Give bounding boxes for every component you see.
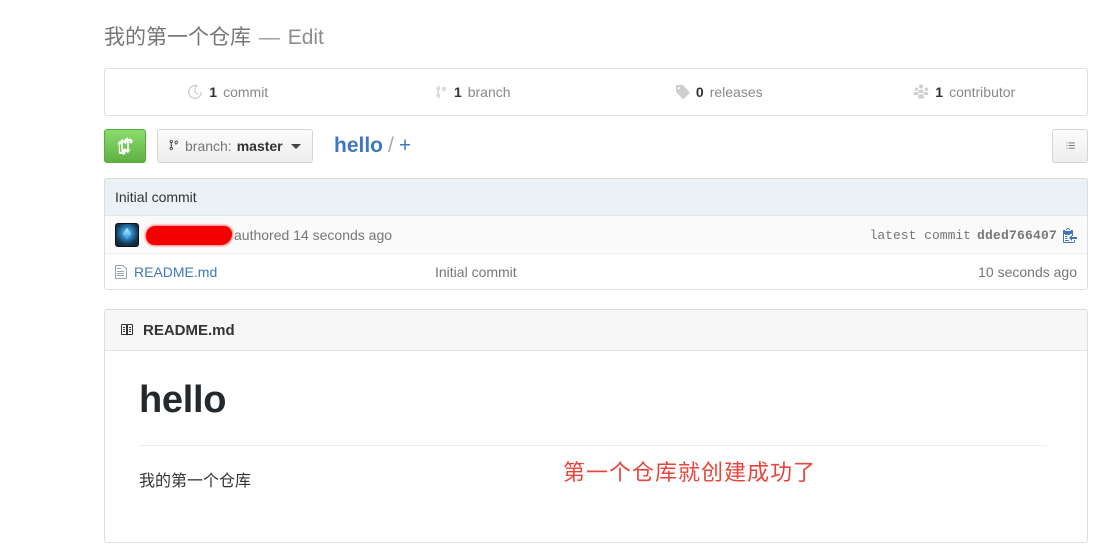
git-compare-icon (117, 137, 133, 155)
author-name-redacted (146, 226, 232, 245)
readme-content: hello 第一个仓库就创建成功了 我的第一个仓库 (105, 351, 1087, 494)
breadcrumb-separator: / (388, 134, 394, 157)
breadcrumb: hello / + (334, 129, 411, 163)
readme-heading: hello (139, 379, 227, 421)
stat-releases-label: releases (709, 84, 763, 100)
readme-box: README.md hello 第一个仓库就创建成功了 我的第一个仓库 (104, 309, 1088, 543)
new-pull-request-button[interactable] (104, 129, 146, 163)
avatar (115, 222, 139, 247)
stat-releases[interactable]: 0 releases (596, 69, 842, 115)
readme-title: README.md (143, 321, 235, 339)
branch-dropdown[interactable]: branch: master (157, 129, 313, 163)
title-separator: — (258, 26, 280, 49)
stat-contributors-count: 1 (935, 84, 944, 100)
latest-commit-info: latest commit dded766407 (870, 216, 1077, 254)
file-commit-message[interactable]: Initial commit (435, 264, 517, 280)
stat-commits-label: commit (223, 84, 269, 100)
commit-sha[interactable]: dded766407 (977, 228, 1057, 243)
latest-commit-label: latest commit (869, 227, 971, 243)
list-unordered-icon (1063, 139, 1077, 153)
history-icon (187, 84, 203, 100)
repo-name: 我的第一个仓库 (104, 26, 251, 49)
branch-prefix-label: branch: (185, 138, 232, 154)
stat-branches[interactable]: 1 branch (351, 69, 597, 115)
annotation-text: 第一个仓库就创建成功了 (563, 460, 817, 485)
latest-commit-message-row: Initial commit (105, 179, 1087, 216)
commit-history-button[interactable] (1052, 129, 1088, 163)
file-commit-age: 10 seconds ago (978, 263, 1077, 280)
branch-icon (436, 84, 448, 100)
table-row: README.md Initial commit 10 seconds ago (105, 254, 1087, 289)
commit-meta-row: authored 14 seconds ago latest commit dd… (105, 216, 1087, 254)
readme-header: README.md (105, 310, 1087, 351)
stat-releases-count: 0 (695, 84, 704, 100)
repo-stats-bar: 1 commit 1 branch 0 releases 1 contribut… (104, 68, 1088, 116)
breadcrumb-repo-link[interactable]: hello (334, 134, 383, 158)
commit-and-files-box: Initial commit authored 14 seconds ago l… (104, 178, 1088, 290)
create-new-file-button[interactable]: + (399, 134, 411, 158)
commit-authored-time: authored 14 seconds ago (234, 226, 393, 243)
stat-commits[interactable]: 1 commit (105, 69, 351, 115)
file-link-readme[interactable]: README.md (134, 264, 217, 280)
stat-contributors-label: contributor (949, 84, 1016, 100)
edit-link[interactable]: Edit (288, 26, 324, 49)
organization-icon (913, 84, 929, 100)
book-icon (119, 322, 135, 338)
clippy-icon[interactable] (1063, 227, 1077, 243)
stat-commits-count: 1 (209, 84, 218, 100)
stat-branches-count: 1 (453, 84, 462, 100)
repo-toolbar: branch: master hello / + (104, 129, 1088, 163)
branch-name-label: master (236, 138, 283, 154)
repository-page: 我的第一个仓库 — Edit 1 commit 1 branch 0 relea… (0, 0, 1111, 550)
file-text-icon (115, 264, 127, 280)
tag-icon (675, 84, 690, 100)
commit-message[interactable]: Initial commit (115, 189, 197, 205)
stat-branches-label: branch (467, 84, 511, 100)
readme-divider (139, 444, 1047, 446)
chevron-down-icon (290, 143, 301, 149)
stat-contributors[interactable]: 1 contributor (842, 69, 1088, 115)
branch-icon (169, 138, 180, 155)
page-title: 我的第一个仓库 — Edit (104, 24, 324, 52)
